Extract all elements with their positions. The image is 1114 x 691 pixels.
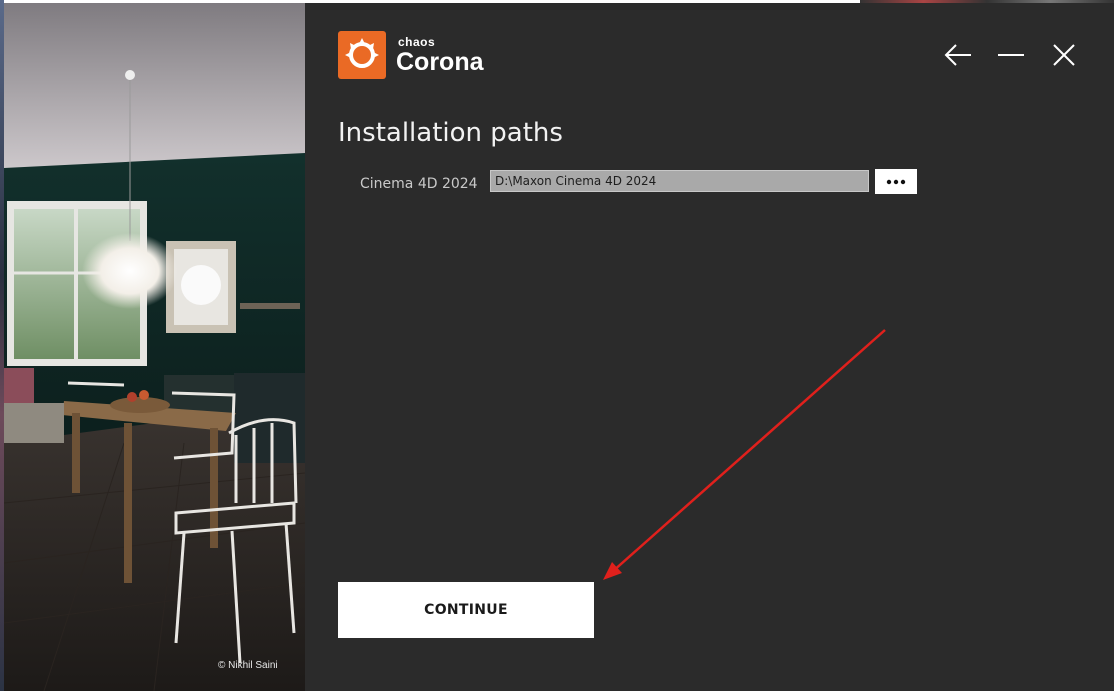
- kitchen-scene-illustration: [4, 3, 305, 691]
- cinema4d-path-input[interactable]: [490, 170, 869, 192]
- logo-chaos-text: chaos: [398, 34, 436, 49]
- page-title: Installation paths: [338, 118, 563, 148]
- ellipsis-icon: [886, 179, 906, 184]
- interior-render-image: © Nikhil Saini: [4, 3, 305, 691]
- photo-credit: © Nikhil Saini: [218, 660, 278, 671]
- continue-button[interactable]: CONTINUE: [338, 582, 594, 638]
- minimize-icon: [998, 54, 1024, 56]
- installer-window: © Nikhil Saini chaos Corona Installation…: [4, 3, 1114, 691]
- logo-corona-text: Corona: [396, 47, 484, 76]
- arrow-left-icon: [944, 44, 971, 66]
- close-icon: [1053, 44, 1075, 66]
- cinema4d-path-label: Cinema 4D 2024: [360, 176, 478, 192]
- browse-button[interactable]: [875, 169, 917, 194]
- corona-logo: chaos Corona: [338, 31, 484, 79]
- close-button[interactable]: [1048, 39, 1080, 71]
- back-button[interactable]: [942, 39, 974, 71]
- corona-logo-icon: [338, 31, 386, 79]
- minimize-button[interactable]: [995, 39, 1027, 71]
